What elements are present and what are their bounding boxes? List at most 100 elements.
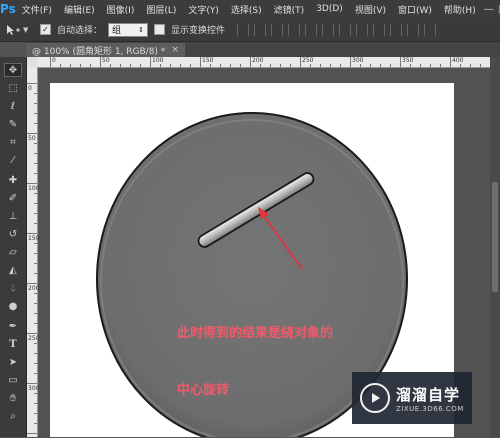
align-top-icon[interactable] — [237, 23, 250, 36]
ruler-tick — [430, 64, 431, 67]
dodge-tool[interactable]: ● — [4, 299, 22, 313]
eyedropper-tool[interactable]: ⁄ — [4, 153, 22, 167]
document-tab[interactable]: @ 100% (圆角矩形 1, RGB/8) * × — [26, 43, 185, 57]
ruler-tick — [34, 373, 37, 374]
eraser-tool[interactable]: ▱ — [4, 245, 22, 259]
quick-select-tool[interactable]: ✎ — [4, 117, 22, 131]
tools-panel: ✥ ⬚ ℓ ✎ ⌗ ⁄ ✚ ✐ ⊥ ↺ ▱ ◭ 💧︎ ● ✒ T ➤ ▭ ✋︎ … — [0, 57, 27, 437]
pen-tool[interactable]: ✒ — [4, 319, 22, 333]
type-icon: T — [9, 338, 17, 350]
lasso-icon: ℓ — [10, 100, 16, 112]
ruler-tick — [420, 64, 421, 67]
close-tab-icon[interactable]: × — [171, 45, 179, 55]
brush-icon: ✐ — [8, 192, 18, 204]
ruler-tick — [160, 64, 161, 67]
ruler-tick — [190, 64, 191, 67]
ruler-tick — [280, 64, 281, 67]
auto-select-checkbox[interactable]: ✓ — [40, 24, 51, 35]
ruler-tick — [480, 64, 481, 67]
history-brush-tool[interactable]: ↺ — [4, 227, 22, 241]
pen-icon: ✒ — [8, 320, 18, 332]
ruler-tick — [380, 64, 381, 67]
distribute-bottom-icon[interactable] — [373, 23, 386, 36]
stamp-icon: ⊥ — [8, 210, 18, 222]
marquee-tool[interactable]: ⬚ — [4, 81, 22, 95]
clone-stamp-tool[interactable]: ⊥ — [4, 209, 22, 223]
menu-help[interactable]: 帮助(H) — [438, 3, 482, 16]
distribute-vcenter-icon[interactable] — [356, 23, 369, 36]
ruler-number: 100 — [152, 57, 164, 64]
hand-icon: ✋︎ — [10, 392, 16, 404]
ruler-number: 400 — [452, 57, 464, 64]
paint-bucket-icon: ◭ — [9, 264, 17, 276]
hand-tool[interactable]: ✋︎ — [4, 391, 22, 405]
menu-file[interactable]: 文件(F) — [16, 3, 58, 16]
ruler-tick — [440, 64, 441, 67]
ruler-tick — [27, 133, 37, 134]
menu-view[interactable]: 视图(V) — [349, 3, 392, 16]
blur-tool[interactable]: 💧︎ — [4, 281, 22, 295]
left-ruler[interactable]: 0 50 100 150 200 250 300 — [27, 67, 40, 437]
move-tool-icon — [7, 24, 20, 35]
crop-icon: ⌗ — [10, 136, 16, 148]
path-select-tool[interactable]: ➤ — [4, 355, 22, 369]
ruler-tick — [150, 57, 151, 67]
scrollbar-thumb[interactable] — [492, 182, 498, 292]
crop-tool[interactable]: ⌗ — [4, 135, 22, 149]
menu-window[interactable]: 窗口(W) — [392, 3, 438, 16]
history-brush-icon: ↺ — [8, 228, 18, 240]
options-bar: ▼ ✓ 自动选择： 组 ⇕ 显示变换控件 — [0, 18, 500, 42]
ruler-tick — [80, 64, 81, 67]
ruler-tick — [34, 153, 37, 154]
zoom-tool[interactable]: ⌕ — [4, 409, 22, 423]
menu-bar: Ps 文件(F) 编辑(E) 图像(I) 图层(L) 文字(Y) 选择(S) 滤… — [0, 0, 500, 18]
distribute-top-icon[interactable] — [339, 23, 352, 36]
maximize-button[interactable]: □ — [496, 4, 500, 15]
lasso-tool[interactable]: ℓ — [4, 99, 22, 113]
distribute-left-icon[interactable] — [390, 23, 403, 36]
healing-tool[interactable]: ✚ — [4, 173, 22, 187]
distribute-right-icon[interactable] — [424, 23, 437, 36]
menu-select[interactable]: 选择(S) — [225, 3, 268, 16]
menu-3d[interactable]: 3D(D) — [310, 4, 349, 14]
ruler-tick — [34, 273, 37, 274]
gradient-tool[interactable]: ◭ — [4, 263, 22, 277]
chevron-down-icon: ▼ — [23, 25, 29, 34]
distribute-hcenter-icon[interactable] — [407, 23, 420, 36]
align-left-icon[interactable] — [288, 23, 301, 36]
show-transform-checkbox[interactable] — [154, 24, 166, 35]
ruler-number: 250 — [28, 335, 40, 342]
vertical-scrollbar[interactable] — [490, 57, 500, 437]
ruler-tick — [34, 243, 37, 244]
ruler-tick — [34, 203, 37, 204]
ruler-tick — [390, 64, 391, 67]
ruler-tick — [34, 343, 37, 344]
align-hcenter-icon[interactable] — [305, 23, 318, 36]
top-ruler[interactable]: 0 50 100 150 200 250 300 350 400 — [37, 57, 490, 68]
shape-tool[interactable]: ▭ — [4, 373, 22, 387]
menu-image[interactable]: 图像(I) — [101, 3, 141, 16]
menu-edit[interactable]: 编辑(E) — [58, 3, 101, 16]
move-tool[interactable]: ✥ — [4, 63, 22, 77]
watermark-title: 溜溜自学 — [396, 385, 461, 404]
ruler-number: 50 — [102, 57, 110, 64]
align-right-icon[interactable] — [322, 23, 335, 36]
minimize-button[interactable]: — — [482, 4, 496, 15]
menu-layer[interactable]: 图层(L) — [140, 3, 182, 16]
type-tool[interactable]: T — [4, 337, 22, 351]
watermark-text: 溜溜自学 ZIXUE.3D66.COM — [396, 384, 464, 413]
align-vcenter-icon[interactable] — [254, 23, 267, 36]
ruler-tick — [230, 64, 231, 67]
tool-preset-picker[interactable]: ▼ — [4, 21, 34, 39]
ruler-tick — [170, 64, 171, 67]
ruler-tick — [450, 57, 451, 67]
menu-filter[interactable]: 滤镜(T) — [268, 3, 311, 16]
ruler-tick — [34, 253, 37, 254]
auto-select-dropdown[interactable]: 组 ⇕ — [108, 22, 149, 37]
ruler-tick — [34, 163, 37, 164]
align-buttons — [237, 23, 437, 36]
brush-tool[interactable]: ✐ — [4, 191, 22, 205]
menu-type[interactable]: 文字(Y) — [182, 3, 225, 16]
auto-select-label: 自动选择： — [57, 26, 103, 36]
align-bottom-icon[interactable] — [271, 23, 284, 36]
